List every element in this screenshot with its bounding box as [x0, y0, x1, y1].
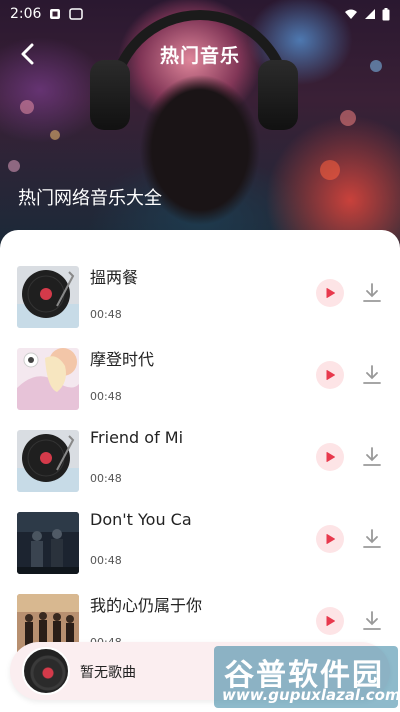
song-duration: 00:48	[90, 554, 122, 567]
song-duration: 00:48	[90, 390, 122, 403]
chevron-left-icon	[21, 43, 34, 65]
album-cover-photo	[17, 512, 79, 574]
watermark-url: www.gupuxlazal.com	[222, 686, 400, 704]
play-button[interactable]	[316, 279, 344, 307]
song-title: 我的心仍属于你	[90, 596, 203, 615]
page-title: 热门音乐	[159, 44, 240, 67]
download-icon	[363, 365, 381, 384]
back-button[interactable]	[14, 40, 42, 68]
song-item[interactable]: 搵两餐 00:48	[0, 264, 400, 346]
status-time: 2:06	[10, 6, 42, 22]
song-duration: 00:48	[90, 472, 122, 485]
download-button[interactable]	[360, 445, 384, 469]
bokeh-light	[340, 110, 356, 126]
watermark: 谷普软件园 www.gupuxlazal.com	[214, 646, 400, 708]
song-title: 搵两餐	[90, 268, 139, 287]
bokeh-light	[320, 160, 340, 180]
now-playing-text: 暂无歌曲	[80, 665, 136, 681]
download-button[interactable]	[360, 527, 384, 551]
album-cover-vinyl	[17, 266, 79, 328]
hero-subtitle: 热门网络音乐大全	[18, 188, 162, 209]
status-bar: 2:06	[0, 0, 400, 28]
disc-icon	[22, 647, 70, 695]
song-duration: 00:48	[90, 308, 122, 321]
play-icon	[326, 534, 335, 544]
song-title: Don't You Ca	[90, 510, 192, 529]
app-notification-icon	[69, 8, 84, 20]
top-nav: 热门音乐	[0, 34, 400, 74]
battery-icon	[382, 7, 390, 20]
play-icon	[326, 452, 335, 462]
play-button[interactable]	[316, 443, 344, 471]
bokeh-light	[50, 130, 60, 140]
download-button[interactable]	[360, 363, 384, 387]
bokeh-light	[8, 160, 20, 172]
download-icon	[363, 283, 381, 302]
wifi-icon	[345, 9, 357, 19]
download-icon	[363, 447, 381, 466]
song-item[interactable]: Don't You Ca 00:48	[0, 510, 400, 592]
play-icon	[326, 370, 335, 380]
song-item[interactable]: 摩登时代 00:48	[0, 346, 400, 428]
song-title: Friend of Mi	[90, 428, 184, 447]
album-cover-art	[17, 348, 79, 410]
song-list: 搵两餐 00:48 摩登时代 00:48 Friend of Mi 00:48 …	[0, 264, 400, 674]
signal-icon	[365, 9, 375, 19]
play-icon	[326, 616, 335, 626]
song-title: 摩登时代	[90, 350, 155, 369]
download-button[interactable]	[360, 281, 384, 305]
play-button[interactable]	[316, 607, 344, 635]
album-cover-vinyl	[17, 430, 79, 492]
play-button[interactable]	[316, 525, 344, 553]
download-icon	[363, 611, 381, 630]
notification-icon	[50, 9, 61, 19]
download-icon	[363, 529, 381, 548]
song-item[interactable]: Friend of Mi 00:48	[0, 428, 400, 510]
download-button[interactable]	[360, 609, 384, 633]
play-button[interactable]	[316, 361, 344, 389]
play-icon	[326, 288, 335, 298]
song-list-panel: 搵两餐 00:48 摩登时代 00:48 Friend of Mi 00:48 …	[0, 230, 400, 712]
bokeh-light	[20, 100, 34, 114]
